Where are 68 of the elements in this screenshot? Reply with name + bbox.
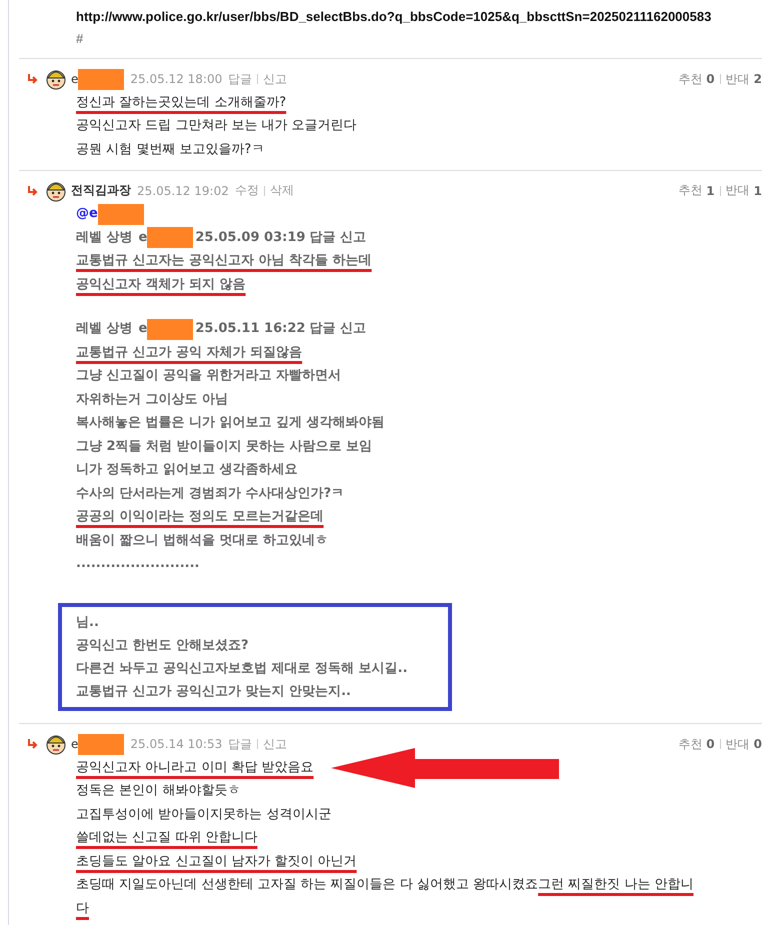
quote-date: 25.05.09 03:19: [195, 228, 306, 247]
reply-arrow-icon: [27, 186, 39, 196]
comment-text: 그냥 2찍들 처럼 받이들이지 못하는 사람으로 보임: [76, 438, 372, 456]
author-name[interactable]: e: [71, 737, 78, 751]
avatar-icon: [45, 68, 67, 90]
comment-text: 초딩들도 알아요 신고질이 남자가 할짓이 아닌거: [76, 852, 357, 871]
comment-text: 초딩때 지일도아닌데 선생한테 고자질 하는 찌질이들은 다 싫어했고 왕따시켰죠: [76, 876, 538, 894]
comment-text: .........................: [76, 555, 200, 574]
vote-count: 1: [706, 184, 715, 198]
comment-text: 공익신고자 객체가 되지 않음: [76, 276, 246, 294]
vote-label[interactable]: 반대: [726, 736, 750, 752]
vote-count: 0: [754, 737, 762, 751]
author-name[interactable]: 전직김과장: [71, 182, 131, 199]
comment-text: 정신과 잘하는곳있는데 소개해줄까?: [76, 94, 286, 112]
callout-text: 님..: [76, 614, 100, 632]
vote-label[interactable]: 반대: [726, 70, 750, 88]
vote-count: 2: [754, 72, 762, 86]
comment-text: 교통법규 신고가 공익 자체가 되질않음: [76, 344, 302, 362]
comment-action-link[interactable]: 삭제: [270, 182, 294, 199]
comment-text: 그냥 신고질이 공익을 위한거라고 자빨하면서: [76, 367, 342, 386]
vote-count: 0: [706, 72, 715, 86]
comment-text: 정독은 본인이 해봐야할듯ㅎ: [76, 782, 240, 800]
quote-author: e: [138, 320, 148, 338]
reply-arrow-icon: [27, 74, 39, 84]
vote-label[interactable]: 추천: [678, 182, 702, 199]
comment-text: 공익신고자 드립 그만쳐라 보는 내가 오글거린다: [76, 117, 357, 136]
callout-text: 교통법규 신고가 공익신고가 맞는지 안맞는지..: [76, 683, 352, 701]
url-text: http://www.police.go.kr/user/bbs/BD_selectBbs.do?q_bbsCode=1025&q_bbscttSn=20250211162000583: [76, 8, 712, 26]
reply-arrow-icon: [27, 739, 39, 749]
avatar-icon: [45, 733, 67, 755]
comment-action-link[interactable]: 답글: [228, 736, 252, 752]
quote-level: 레벨 상병: [76, 228, 133, 247]
callout-text: 다른건 놔두고 공익신고자보호법 제대로 정독해 보시길..: [76, 660, 409, 678]
vote-label[interactable]: 추천: [678, 736, 702, 752]
comment-text: 교통법규 신고자는 공익신고자 아님 착각들 하는데: [76, 252, 372, 270]
comment-text: 공공의 이익이라는 정의도 모르는거같은데: [76, 508, 324, 526]
vote-label[interactable]: 추천: [678, 70, 702, 88]
comment-text: 고집투성이에 받아들이지못하는 성격이시군: [76, 806, 332, 824]
quote-date: 25.05.11 16:22: [195, 320, 306, 338]
comment-date: 25.05.12 18:00: [130, 72, 222, 86]
quote-level: 레벨 상병: [76, 320, 133, 338]
quote-actions: 답글 신고: [309, 320, 366, 338]
avatar-icon: [45, 180, 67, 202]
comment-action-link[interactable]: 답글: [228, 70, 252, 88]
vote-count: 0: [706, 737, 715, 751]
vote-count: 1: [754, 184, 762, 198]
comment-text: 복사해놓은 법률은 니가 읽어보고 깊게 생각해봐야됨: [76, 414, 385, 432]
comment-action-link[interactable]: 신고: [263, 70, 288, 88]
comment-text: 쓸데없는 신고질 따위 안합니다: [76, 829, 258, 848]
comment-text: 공익신고자 아니라고 이미 확답 받았음요: [76, 758, 314, 777]
comment-text: 다: [76, 900, 89, 918]
comment-action-link[interactable]: 신고: [263, 736, 288, 752]
hash-text: #: [76, 31, 84, 46]
comment-action-link[interactable]: 수정: [234, 182, 259, 199]
comment-text: 그런 찌질한짓 나는 안합니: [538, 876, 694, 894]
author-name[interactable]: e: [71, 72, 78, 86]
quote-author: e: [138, 228, 148, 247]
callout-text: 공익신고 한번도 안해보셨죠?: [76, 637, 250, 655]
quote-actions: 답글 신고: [309, 228, 366, 247]
comment-date: 25.05.14 10:53: [130, 737, 222, 751]
comment-date: 25.05.12 19:02: [137, 184, 229, 198]
vote-label[interactable]: 반대: [726, 182, 750, 199]
comment-text: 니가 정독하고 읽어보고 생각좀하세요: [76, 461, 298, 480]
comment-text: 공뭔 시험 몇번째 보고있을까?ㅋ: [76, 140, 264, 159]
comment-text: 배움이 짧으니 법해석을 멋대로 하고있네ㅎ: [76, 532, 328, 550]
comment-text: 자위하는거 그이상도 아님: [76, 390, 228, 409]
comment-text: 수사의 단서라는게 경범죄가 수사대상인가?ㅋ: [76, 484, 344, 503]
mention-text[interactable]: @e: [76, 205, 98, 224]
